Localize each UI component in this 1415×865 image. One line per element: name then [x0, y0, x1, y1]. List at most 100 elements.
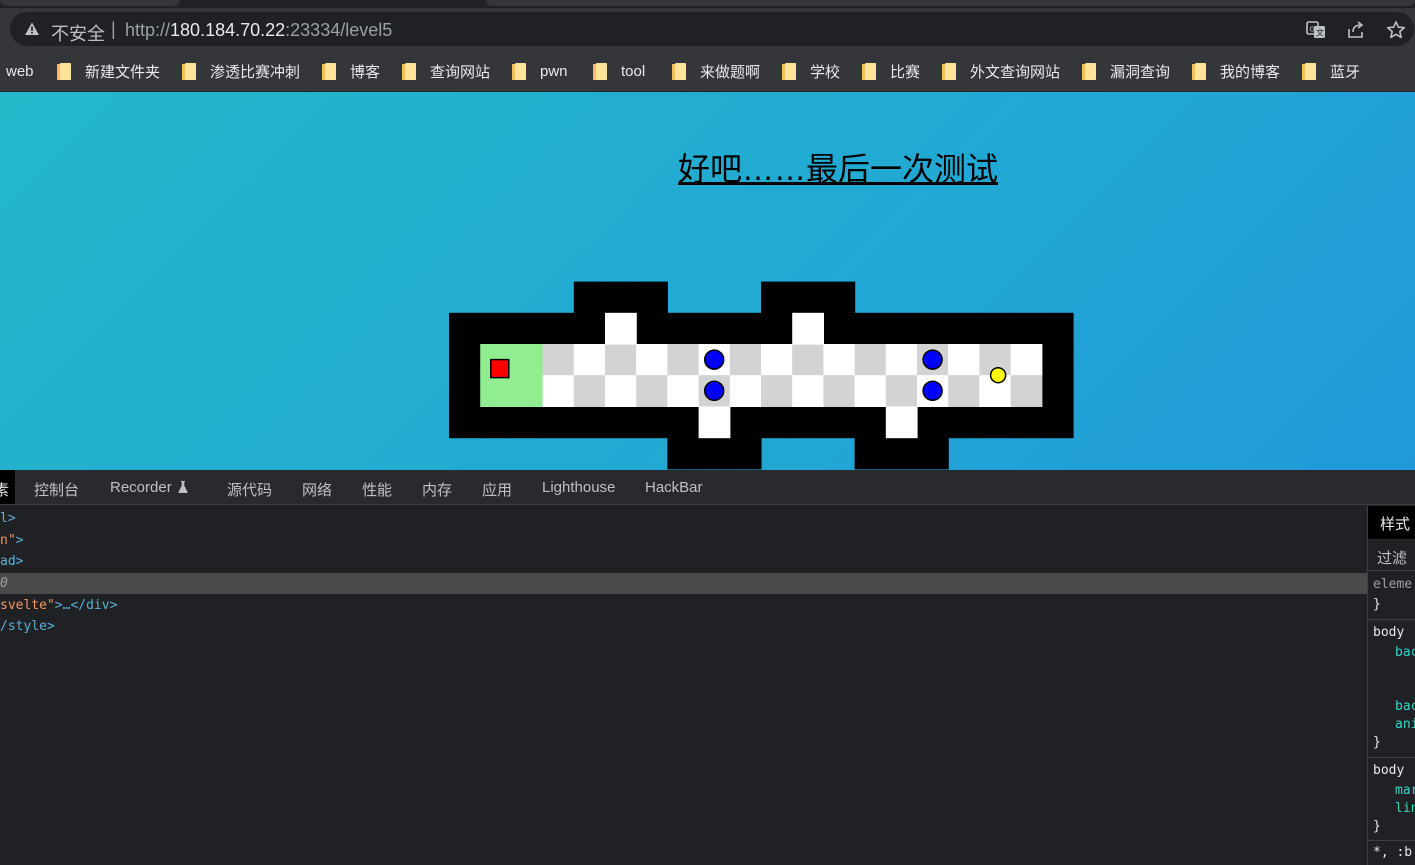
floor-tile	[1010, 344, 1043, 376]
style-divider	[1368, 840, 1415, 841]
bookmark-folder[interactable]: 渗透比赛冲刺	[182, 61, 300, 81]
wall-cell	[729, 406, 762, 439]
floor-tile	[636, 344, 668, 376]
bookmark-star-icon[interactable]	[1386, 20, 1406, 40]
security-label[interactable]: 不安全	[51, 20, 105, 46]
dom-attr-value: svelte"	[0, 598, 55, 613]
svg-text:文: 文	[1316, 28, 1324, 38]
folder-icon	[512, 62, 526, 80]
enemy-dot	[703, 349, 725, 370]
bookmark-label: 蓝牙	[1330, 63, 1361, 81]
share-icon[interactable]	[1346, 20, 1366, 40]
dom-node[interactable]: svelte">…</div>	[0, 595, 117, 616]
browser-tab[interactable]	[0, 0, 180, 6]
styles-filter[interactable]: 过滤	[1368, 539, 1415, 571]
dom-selected-marker: 0	[0, 576, 8, 591]
tab-lighthouse[interactable]: Lighthouse	[542, 479, 615, 496]
tab-styles[interactable]: 样式	[1368, 506, 1415, 539]
bookmark-label: 新建文件夹	[85, 63, 161, 81]
bookmark-folder[interactable]: tool	[593, 61, 645, 81]
url-scheme: http://	[125, 20, 171, 40]
wall-cell	[854, 312, 887, 345]
folder-icon	[1192, 62, 1206, 80]
wall-cell	[698, 312, 731, 345]
bookmark-folder[interactable]: 比赛	[862, 61, 920, 81]
wall-cell	[917, 312, 949, 345]
game-board[interactable]	[0, 92, 1415, 470]
tab-application[interactable]: 应用	[482, 479, 512, 500]
bookmark-folder[interactable]: 来做题啊	[672, 61, 760, 81]
floor-tile	[792, 344, 824, 376]
bookmark-folder[interactable]: 外文查询网站	[942, 61, 1060, 81]
wall-cell	[979, 312, 1012, 345]
tab-recorder-label: Recorder	[110, 479, 172, 496]
browser-tab[interactable]	[486, 0, 1415, 6]
tab-recorder[interactable]: Recorder	[110, 479, 188, 496]
tab-memory[interactable]: 内存	[422, 479, 452, 500]
dom-tag: l>	[0, 511, 16, 526]
folder-icon	[402, 62, 416, 80]
style-property[interactable]: bac	[1395, 699, 1415, 714]
floor-tile	[573, 344, 606, 376]
style-divider	[1368, 757, 1415, 758]
wall-cell	[480, 406, 512, 439]
bookmark-folder[interactable]: 新建文件夹	[57, 61, 160, 81]
folder-icon	[57, 62, 71, 80]
player-square	[490, 358, 510, 379]
wall-cell	[823, 281, 856, 314]
url-separator: |	[111, 19, 116, 39]
bookmark-folder[interactable]: pwn	[512, 61, 568, 81]
tab-sources[interactable]: 源代码	[227, 479, 272, 500]
floor-tile	[854, 375, 887, 407]
enemy-dot	[922, 380, 943, 402]
translate-icon[interactable]: G 文	[1306, 20, 1326, 40]
wall-cell	[605, 406, 637, 439]
floor-tile	[761, 344, 793, 376]
bookmark-folder[interactable]: 博客	[322, 61, 380, 81]
url-path: :23334/level5	[285, 20, 393, 40]
wall-cell	[511, 406, 544, 439]
style-selector: body	[1373, 625, 1405, 640]
wall-cell	[792, 281, 824, 314]
dom-node-selected[interactable]: 0	[0, 573, 1367, 594]
start-zone-cell	[480, 375, 512, 407]
enemy-dot	[922, 349, 943, 370]
bookmark-folder[interactable]: 蓝牙	[1302, 61, 1360, 81]
style-brace: }	[1373, 597, 1381, 612]
floor-tile	[573, 375, 606, 407]
wall-cell	[480, 312, 512, 345]
tab-hackbar[interactable]: HackBar	[645, 479, 703, 496]
bookmark-folder[interactable]: 漏洞查询	[1082, 61, 1170, 81]
wall-cell	[948, 406, 980, 439]
wall-cell	[917, 437, 949, 470]
url-text[interactable]: http://180.184.70.22:23334/level5	[125, 20, 392, 41]
dom-node[interactable]: ad>	[0, 551, 23, 572]
dom-tag: >…</div>	[54, 598, 118, 613]
style-property[interactable]: mar	[1395, 783, 1415, 798]
dom-node[interactable]: l>	[0, 508, 16, 529]
wall-cell	[667, 437, 700, 470]
dom-node[interactable]: n">	[0, 530, 23, 551]
style-selector: *, :b	[1373, 845, 1413, 860]
wall-cell	[948, 312, 980, 345]
floor-tile	[542, 344, 575, 376]
start-zone-cell	[511, 375, 544, 407]
style-property[interactable]: bac	[1395, 645, 1415, 660]
style-property[interactable]: ani	[1395, 717, 1415, 732]
dom-node[interactable]: /style>	[0, 616, 55, 637]
tab-performance[interactable]: 性能	[362, 479, 392, 500]
style-property[interactable]: lin	[1395, 801, 1415, 816]
bookmark-folder[interactable]: 查询网站	[402, 61, 490, 81]
tab-console[interactable]: 控制台	[34, 479, 79, 500]
warning-icon[interactable]	[24, 21, 40, 37]
tab-elements[interactable]: 素	[0, 470, 16, 504]
bookmark-folder[interactable]: 学校	[782, 61, 840, 81]
wall-cell	[636, 281, 668, 314]
bookmark-folder[interactable]: 我的博客	[1192, 61, 1280, 81]
bookmark-web[interactable]: web	[6, 61, 34, 81]
wall-cell	[449, 312, 481, 345]
wall-cell	[449, 344, 481, 376]
bookmark-label: 博客	[350, 63, 381, 81]
tab-network[interactable]: 网络	[302, 479, 332, 500]
address-bar[interactable]: 不安全 | http://180.184.70.22:23334/level5 …	[10, 12, 1414, 46]
